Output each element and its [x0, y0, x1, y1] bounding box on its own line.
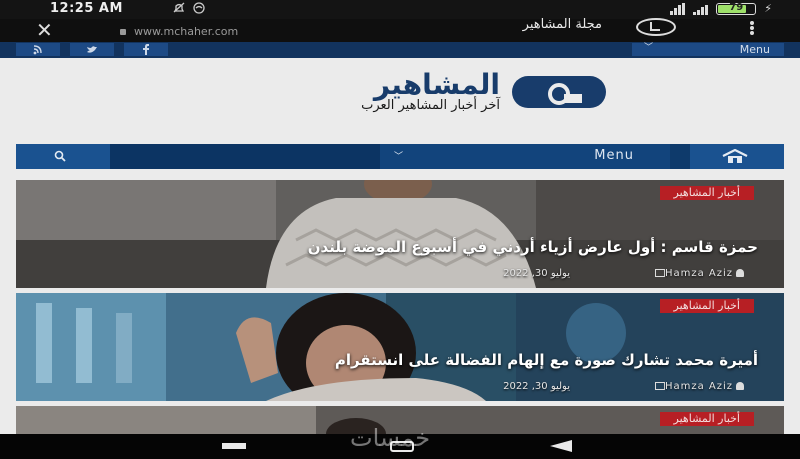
- home-button[interactable]: [690, 144, 784, 169]
- notification-icons: [172, 2, 212, 17]
- nav-spacer: [110, 144, 380, 169]
- top-menu-dropdown[interactable]: ﹀ Menu: [632, 43, 784, 56]
- home-icon: [722, 149, 748, 163]
- calendar-icon: [654, 269, 665, 277]
- author-name[interactable]: Hamza Aziz: [665, 268, 733, 279]
- article-meta: Hamza Aziz يوليو 30, 2022: [404, 268, 744, 280]
- user-icon: [736, 382, 744, 390]
- signal-icon: [670, 2, 686, 15]
- rss-icon[interactable]: [16, 43, 60, 56]
- wifi-icon: [693, 3, 709, 15]
- twitter-icon[interactable]: [70, 43, 114, 56]
- category-badge[interactable]: أخبار المشاهير: [659, 412, 754, 426]
- site-title: المشاهير: [373, 68, 500, 101]
- charging-icon: ⚡: [764, 2, 772, 15]
- main-menu-label: Menu: [594, 148, 634, 163]
- search-button[interactable]: [16, 144, 110, 169]
- article-date: يوليو 30, 2022: [503, 268, 570, 279]
- article-author: Hamza Aziz: [651, 268, 744, 279]
- site-logo-icon[interactable]: [512, 76, 606, 108]
- site-header: المشاهير آخر أخبار المشاهير العرب: [0, 58, 800, 144]
- watermark: خمسات: [350, 424, 431, 452]
- system-status-icons: 79 ⚡: [670, 2, 772, 15]
- search-icon: [54, 150, 66, 162]
- lock-icon: [120, 29, 126, 35]
- status-bar: 12:25 AM 79 ⚡: [0, 0, 800, 19]
- more-options-icon[interactable]: [750, 21, 754, 35]
- user-icon: [736, 269, 744, 277]
- calendar-icon: [654, 382, 665, 390]
- category-badge[interactable]: أخبار المشاهير: [659, 299, 754, 313]
- back-icon[interactable]: [550, 440, 572, 452]
- top-menu-label: Menu: [739, 43, 770, 56]
- close-icon[interactable]: ✕: [36, 19, 53, 41]
- article-card[interactable]: أخبار المشاهير حمزة قاسم : أول عارض أزيا…: [16, 180, 784, 288]
- article-meta: Hamza Aziz يوليو 30, 2022: [404, 381, 744, 393]
- bell-off-icon: [173, 2, 205, 14]
- browser-toolbar: ✕ www.mchaher.com مجلة المشاهير: [0, 17, 800, 42]
- clock-icon: [636, 18, 676, 36]
- article-card[interactable]: أخبار المشاهير أميرة محمد تشارك صورة مع …: [16, 293, 784, 401]
- article-title[interactable]: حمزة قاسم : أول عارض أزياء أردني في أسبو…: [198, 238, 758, 257]
- article-author: Hamza Aziz: [651, 381, 744, 392]
- chevron-down-icon: ﹀: [394, 152, 404, 162]
- category-badge[interactable]: أخبار المشاهير: [659, 186, 754, 200]
- main-menu-dropdown[interactable]: ﹀ Menu: [380, 144, 670, 169]
- article-title[interactable]: أميرة محمد تشارك صورة مع إلهام الفضالة ع…: [198, 351, 758, 370]
- status-time: 12:25 AM: [50, 1, 123, 16]
- recent-apps-icon[interactable]: [222, 443, 246, 449]
- facebook-icon[interactable]: [124, 43, 168, 56]
- page-name: مجلة المشاهير: [522, 17, 602, 32]
- site-tagline: آخر أخبار المشاهير العرب: [361, 98, 500, 113]
- battery-percent: 79: [729, 1, 744, 13]
- url-text: www.mchaher.com: [134, 25, 239, 38]
- author-name[interactable]: Hamza Aziz: [665, 381, 733, 392]
- article-date: يوليو 30, 2022: [503, 381, 570, 392]
- url-bar[interactable]: www.mchaher.com: [120, 25, 238, 38]
- chevron-down-icon: ﹀: [644, 43, 654, 53]
- top-strip: ﹀ Menu: [0, 42, 800, 58]
- main-nav: ﹀ Menu: [16, 144, 784, 169]
- page: 12:25 AM 79 ⚡ ✕ www.mchaher.com مجلة الم…: [0, 0, 800, 459]
- battery-icon: 79: [716, 1, 757, 15]
